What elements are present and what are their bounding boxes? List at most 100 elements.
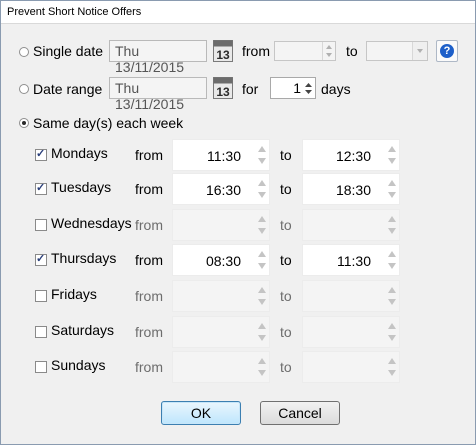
spinner-arrows-icon[interactable]: [257, 355, 267, 379]
from-time-input[interactable]: 11:30: [172, 139, 270, 171]
days-stepper[interactable]: 1: [270, 77, 316, 99]
day-row-mondays: Mondays from 11:30 to 12:30: [1, 139, 475, 173]
day-label[interactable]: Mondays: [51, 145, 108, 161]
to-label: to: [280, 181, 292, 197]
spinner-arrows-icon[interactable]: [322, 42, 335, 60]
day-label[interactable]: Sundays: [51, 357, 105, 373]
spinner-arrows-icon[interactable]: [257, 284, 267, 308]
spinner-arrows-icon[interactable]: [257, 320, 267, 344]
spinner-arrows-icon[interactable]: [257, 177, 267, 201]
stepper-arrows-icon[interactable]: [304, 81, 313, 96]
to-label: to: [280, 217, 292, 233]
day-checkbox[interactable]: [35, 361, 47, 373]
from-label: from: [135, 252, 163, 268]
date-range-label[interactable]: Date range: [33, 81, 102, 97]
from-time-input[interactable]: [172, 316, 270, 348]
single-date-input[interactable]: Thu 13/11/2015: [109, 40, 207, 75]
to-label: to: [280, 147, 292, 163]
day-checkbox[interactable]: [35, 181, 47, 195]
date-range-row: Date range Thu 13/11/2015 13 for 1 days: [1, 76, 475, 112]
to-label: to: [280, 324, 292, 340]
single-date-radio[interactable]: [19, 47, 29, 57]
from-time-input[interactable]: 16:30: [172, 173, 270, 205]
single-date-from-label: from: [242, 43, 270, 59]
single-date-row: Single date Thu 13/11/2015 13 from to ?: [1, 39, 475, 75]
day-label[interactable]: Thursdays: [51, 250, 116, 266]
time-value: 11:30: [337, 253, 371, 269]
to-time-input[interactable]: 18:30: [302, 173, 400, 205]
day-checkbox[interactable]: [35, 219, 47, 231]
day-label[interactable]: Fridays: [51, 286, 97, 302]
time-value: 18:30: [335, 182, 371, 198]
from-label: from: [135, 359, 163, 375]
to-time-input[interactable]: [302, 316, 400, 348]
day-row-wednesdays: Wednesdays from to: [1, 209, 475, 243]
days-label: days: [321, 81, 351, 97]
spinner-arrows-icon[interactable]: [387, 355, 397, 379]
weekly-row: Same day(s) each week: [1, 110, 475, 136]
from-label: from: [135, 324, 163, 340]
calendar-icon[interactable]: 13: [213, 77, 233, 99]
spinner-arrows-icon[interactable]: [387, 320, 397, 344]
to-label: to: [280, 288, 292, 304]
spinner-arrows-icon[interactable]: [387, 248, 397, 272]
help-icon: ?: [440, 44, 454, 58]
from-time-input[interactable]: [172, 209, 270, 241]
day-checkbox[interactable]: [35, 290, 47, 302]
time-value: 11:30: [207, 148, 241, 164]
to-label: to: [280, 252, 292, 268]
day-row-sundays: Sundays from to: [1, 351, 475, 385]
day-checkbox[interactable]: [35, 147, 47, 161]
to-label: to: [280, 359, 292, 375]
single-date-to-time[interactable]: [366, 41, 428, 61]
dialog-title: Prevent Short Notice Offers: [7, 6, 142, 18]
title-bar: Prevent Short Notice Offers: [1, 1, 475, 24]
spinner-arrows-icon[interactable]: [257, 213, 267, 237]
date-range-input[interactable]: Thu 13/11/2015: [109, 77, 207, 112]
to-time-input[interactable]: [302, 351, 400, 383]
day-label[interactable]: Saturdays: [51, 322, 114, 338]
spinner-arrows-icon[interactable]: [387, 213, 397, 237]
date-range-for-label: for: [242, 81, 259, 97]
dialog-window: Prevent Short Notice Offers Single date …: [0, 0, 476, 445]
from-time-input[interactable]: 08:30: [172, 244, 270, 276]
day-checkbox[interactable]: [35, 326, 47, 338]
day-row-tuesdays: Tuesdays from 16:30 to 18:30: [1, 173, 475, 207]
calendar-day-text: 13: [216, 85, 230, 99]
to-time-input[interactable]: [302, 209, 400, 241]
from-label: from: [135, 217, 163, 233]
spinner-arrows-icon[interactable]: [387, 177, 397, 201]
to-time-input[interactable]: 12:30: [302, 139, 400, 171]
spinner-arrows-icon[interactable]: [387, 284, 397, 308]
day-label[interactable]: Tuesdays: [51, 179, 111, 195]
help-button[interactable]: ?: [436, 40, 458, 62]
single-date-to-label: to: [346, 43, 358, 59]
day-row-saturdays: Saturdays from to: [1, 316, 475, 350]
chevron-down-icon[interactable]: [412, 42, 427, 60]
cancel-button[interactable]: Cancel: [260, 401, 340, 425]
from-time-input[interactable]: [172, 351, 270, 383]
single-date-from-time[interactable]: [274, 41, 336, 61]
day-row-fridays: Fridays from to: [1, 280, 475, 314]
time-value: 12:30: [335, 148, 371, 164]
spinner-arrows-icon[interactable]: [387, 143, 397, 167]
time-value: 08:30: [205, 253, 241, 269]
ok-button[interactable]: OK: [161, 401, 241, 425]
date-range-radio[interactable]: [19, 84, 29, 94]
weekly-label[interactable]: Same day(s) each week: [33, 115, 183, 131]
time-value: 16:30: [205, 182, 241, 198]
from-label: from: [135, 288, 163, 304]
weekly-radio[interactable]: [19, 118, 29, 128]
single-date-label[interactable]: Single date: [33, 43, 103, 59]
spinner-arrows-icon[interactable]: [257, 143, 267, 167]
calendar-icon[interactable]: 13: [213, 40, 233, 62]
to-time-input[interactable]: [302, 280, 400, 312]
calendar-day-text: 13: [216, 48, 230, 62]
day-label[interactable]: Wednesdays: [51, 215, 132, 231]
from-time-input[interactable]: [172, 280, 270, 312]
day-checkbox[interactable]: [35, 252, 47, 266]
from-label: from: [135, 181, 163, 197]
to-time-input[interactable]: 11:30: [302, 244, 400, 276]
days-value: 1: [293, 80, 301, 96]
spinner-arrows-icon[interactable]: [257, 248, 267, 272]
